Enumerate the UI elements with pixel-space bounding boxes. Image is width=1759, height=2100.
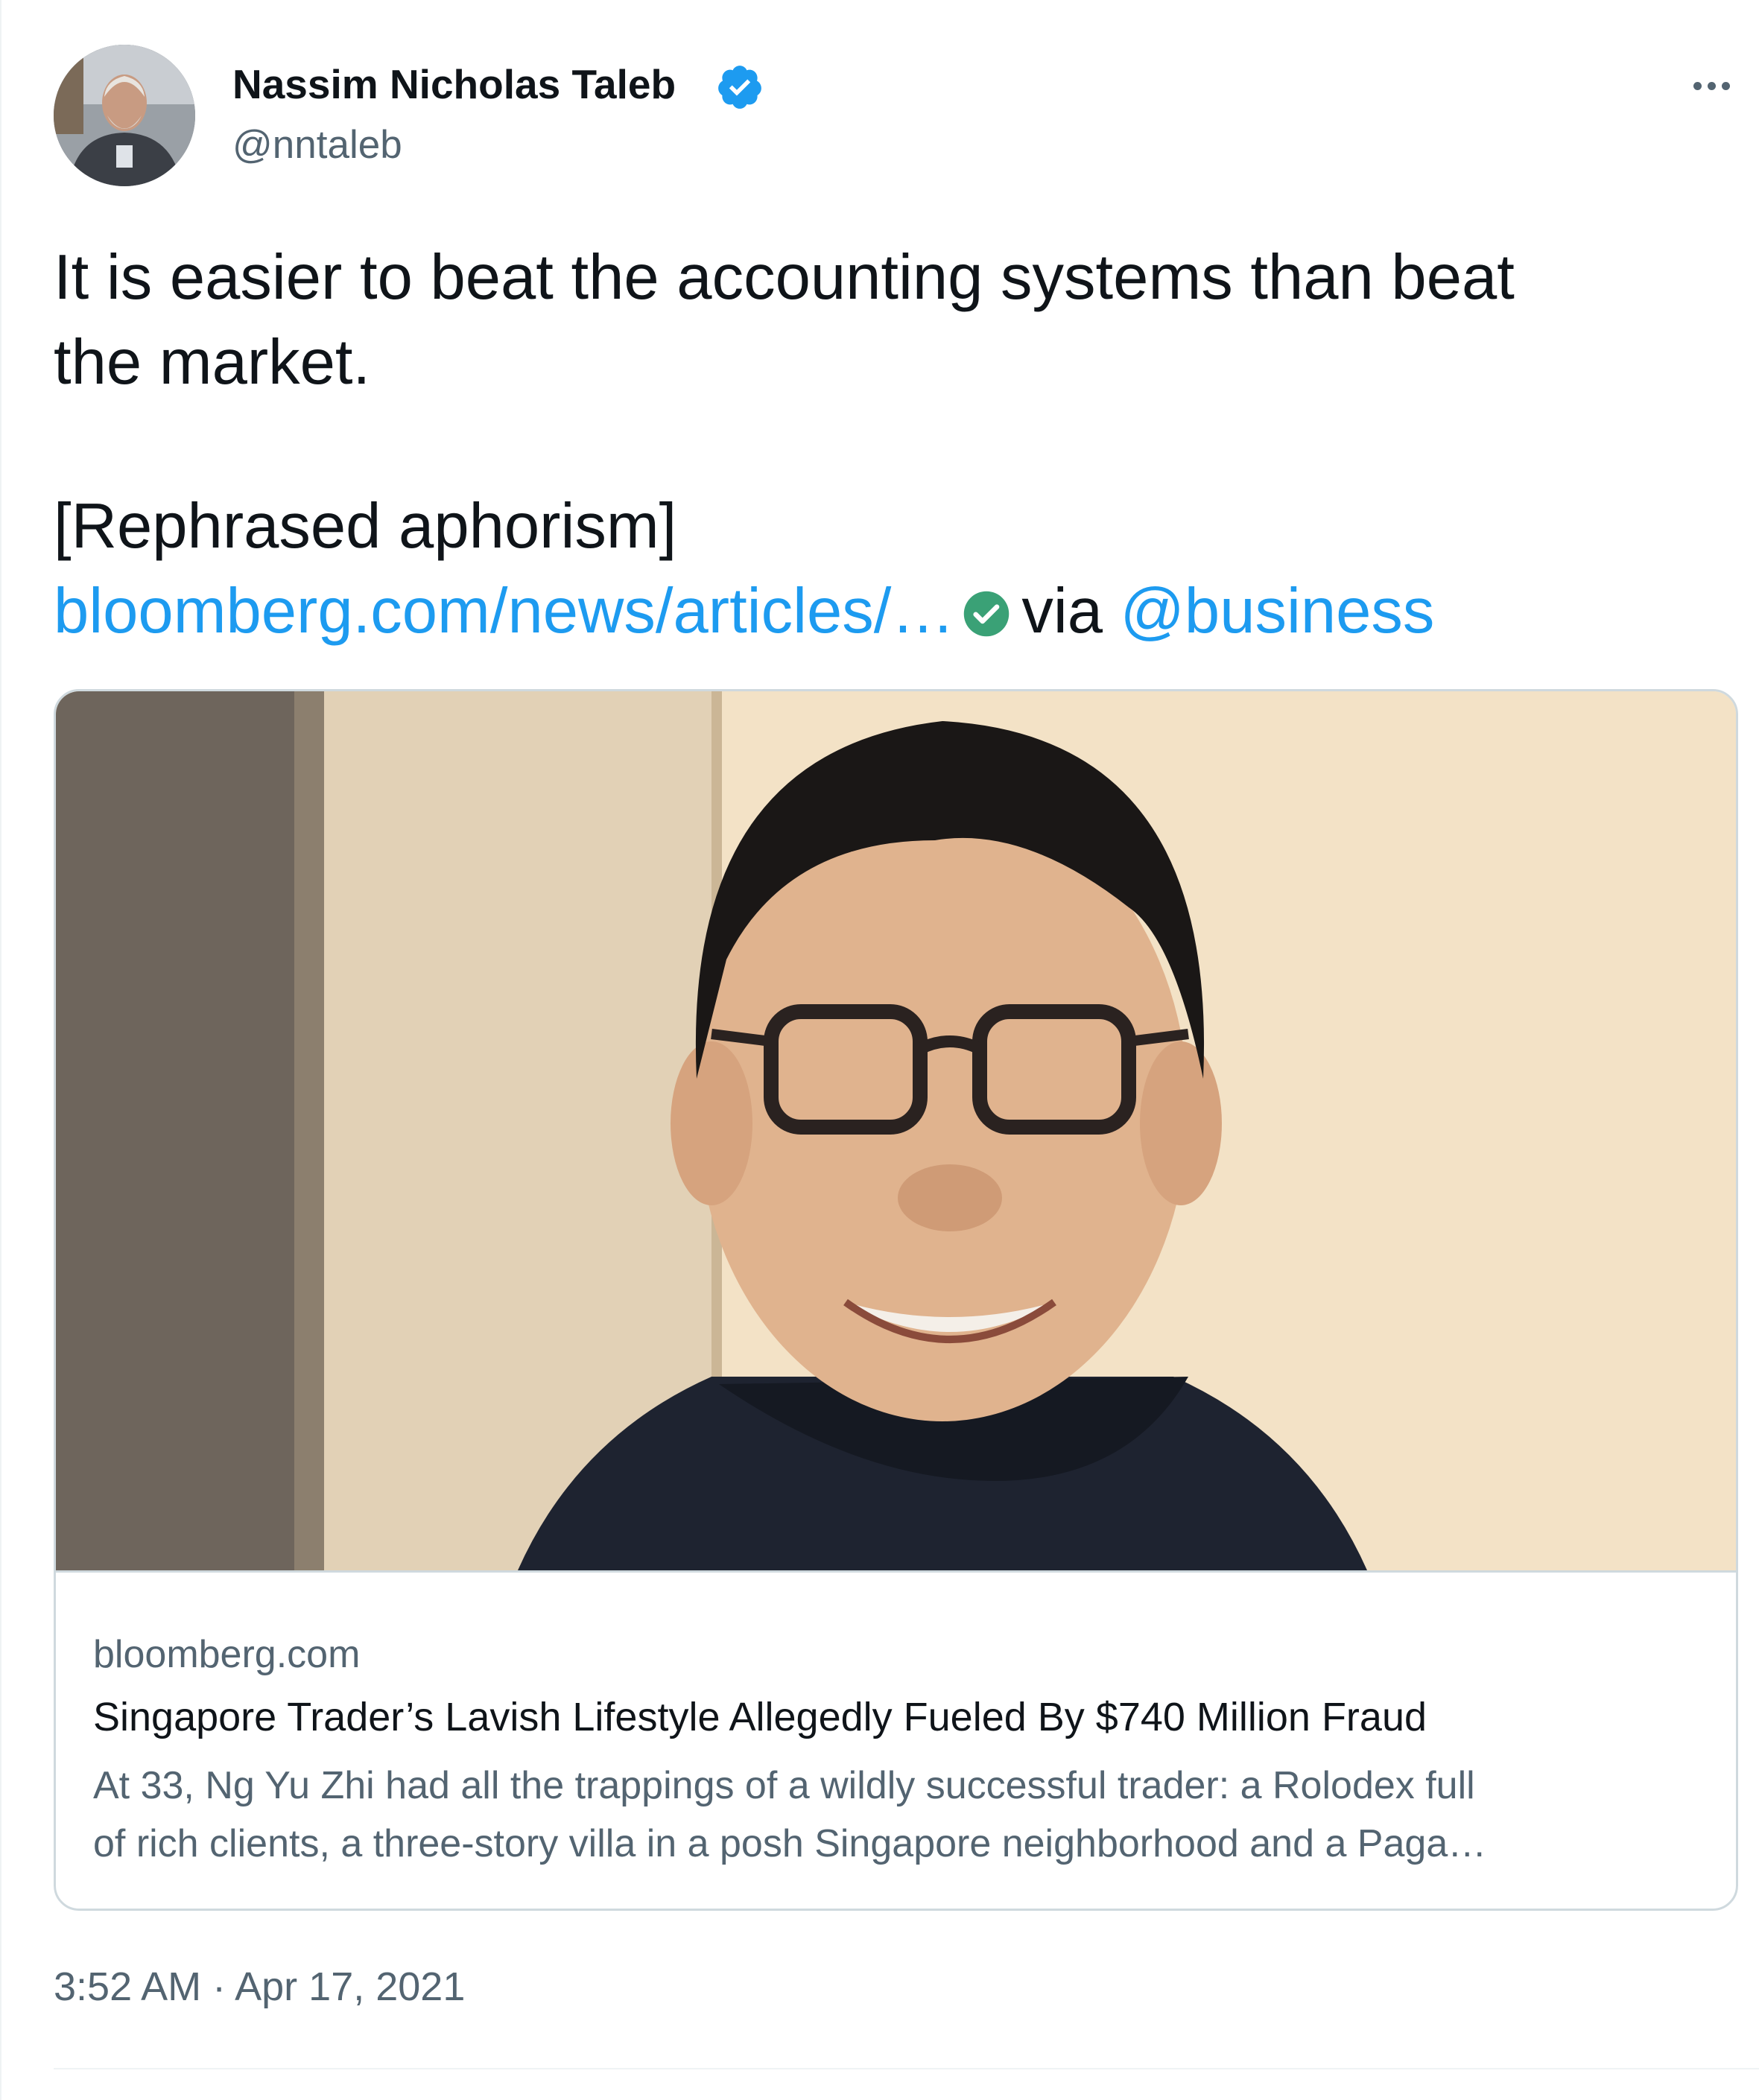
dot <box>1721 81 1730 90</box>
article-link[interactable]: bloomberg.com/news/articles/… <box>54 576 954 647</box>
tweet-link-line: bloomberg.com/news/articles/… via @busine… <box>54 571 1434 653</box>
card-description-line: of rich clients, a three-story villa in … <box>93 1822 1487 1865</box>
tweet-text-line: [Rephrased aphorism] <box>54 491 677 562</box>
author-avatar[interactable] <box>54 45 195 186</box>
via-text: via <box>1021 576 1103 647</box>
tweet-text-line: the market. <box>54 327 371 398</box>
tweet-timestamp[interactable]: 3:52 AM · Apr 17, 2021 <box>54 1961 465 2013</box>
tweet: Nassim Nicholas Taleb @nntaleb It is eas… <box>0 0 1759 2100</box>
more-options-icon[interactable] <box>1682 63 1741 108</box>
author-display-name[interactable]: Nassim Nicholas Taleb <box>232 58 676 110</box>
card-description: At 33, Ng Yu Zhi had all the trappings o… <box>93 1757 1695 1873</box>
card-domain: bloomberg.com <box>93 1633 361 1676</box>
avatar-image <box>54 45 195 186</box>
card-description-line: At 33, Ng Yu Zhi had all the trappings o… <box>93 1764 1475 1807</box>
card-photo <box>56 691 1736 1570</box>
link-preview-card[interactable]: bloomberg.com Singapore Trader’s Lavish … <box>54 689 1738 1911</box>
divider <box>54 2068 1759 2069</box>
verified-badge-icon <box>718 66 761 109</box>
green-check-icon <box>964 591 1010 637</box>
dot <box>1707 81 1716 90</box>
card-image[interactable] <box>56 691 1736 1573</box>
tweet-text-line: It is easier to beat the accounting syst… <box>54 242 1515 313</box>
author-handle[interactable]: @nntaleb <box>232 119 402 171</box>
mention-business[interactable]: @business <box>1121 576 1435 647</box>
card-title: Singapore Trader’s Lavish Lifestyle Alle… <box>93 1695 1427 1739</box>
dot <box>1693 81 1702 90</box>
